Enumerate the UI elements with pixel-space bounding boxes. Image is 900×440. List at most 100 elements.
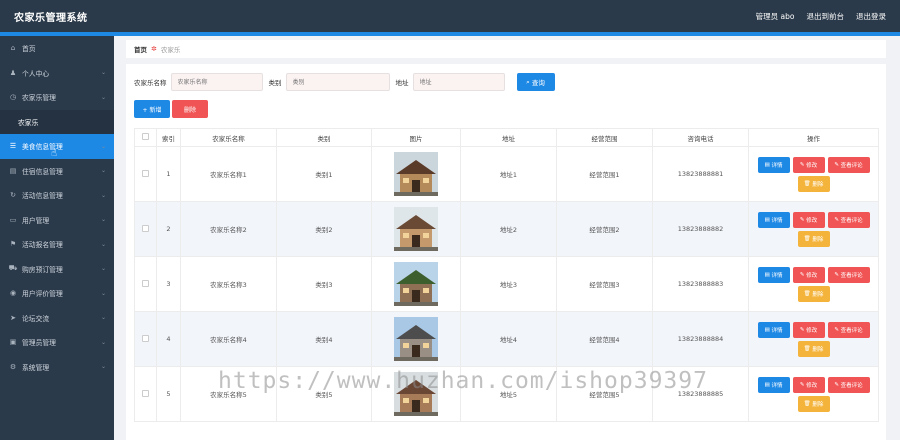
- cell-scope: 经营范围1: [556, 146, 653, 202]
- cell-type: 类别1: [276, 146, 372, 202]
- cell-phone: 13823888885: [652, 366, 749, 422]
- view-review-button[interactable]: ✎ 查看评论: [827, 156, 870, 173]
- detail-button[interactable]: ▤ 详情: [757, 376, 790, 393]
- view-review-button[interactable]: ✎ 查看评论: [827, 321, 870, 338]
- chevron-down-icon: ⌄: [100, 69, 106, 77]
- cell-phone: 13823888882: [652, 201, 749, 257]
- sidebar-item-3[interactable]: 农家乐: [0, 109, 114, 134]
- delete-button[interactable]: 🗑 删除: [797, 340, 830, 357]
- column-header-8: 操作: [748, 128, 879, 147]
- mouse-cursor-icon: ☝: [51, 148, 58, 159]
- edit-button[interactable]: ✎ 修改: [792, 156, 825, 173]
- row-checkbox[interactable]: [142, 169, 149, 177]
- sidebar-item-6[interactable]: ↻ 活动信息管理 ⌄: [0, 183, 114, 208]
- sidebar-item-7[interactable]: ▭ 用户管理 ⌄: [0, 208, 114, 233]
- row-checkbox-cell[interactable]: [134, 146, 157, 202]
- row-checkbox-cell[interactable]: [134, 201, 157, 257]
- refresh-icon: ↻: [10, 191, 16, 200]
- bed-icon: ▤: [9, 166, 17, 175]
- detail-button[interactable]: ▤ 详情: [757, 156, 790, 173]
- delete-label: 删除: [812, 181, 824, 188]
- select-all-checkbox[interactable]: [142, 133, 149, 140]
- cell-scope: 经营范围3: [556, 256, 653, 312]
- detail-label: 详情: [771, 382, 783, 389]
- edit-button[interactable]: ✎ 修改: [792, 211, 825, 228]
- user-icon: ♟: [9, 68, 17, 77]
- edit-button[interactable]: ✎ 修改: [792, 376, 825, 393]
- delete-button[interactable]: 🗑 删除: [797, 395, 830, 412]
- sidebar-item-label: 用户评价管理: [22, 290, 63, 299]
- cell-name: 农家乐名称4: [180, 311, 277, 367]
- add-button[interactable]: + 新增: [134, 100, 170, 118]
- cell-index: 5: [156, 366, 181, 422]
- row-checkbox[interactable]: [142, 224, 149, 232]
- row-checkbox[interactable]: [142, 279, 149, 287]
- type-input[interactable]: [285, 73, 390, 91]
- detail-label: 详情: [771, 162, 783, 169]
- content-panel: 农家乐名称 类别 地址 ⌕ 查询 + 新增 删除 索引农家乐名称类别图片地址经营…: [126, 64, 886, 440]
- breadcrumb-separator-icon: ✲: [151, 45, 157, 53]
- home-icon: ⌂: [10, 44, 16, 53]
- view-review-button[interactable]: ✎ 查看评论: [827, 266, 870, 283]
- row-checkbox-cell[interactable]: [134, 366, 157, 422]
- chevron-down-icon: ⌄: [100, 93, 106, 101]
- delete-label: 删除: [812, 291, 824, 298]
- row-checkbox[interactable]: [142, 334, 149, 342]
- detail-button[interactable]: ▤ 详情: [757, 321, 790, 338]
- sidebar-item-13[interactable]: ⚙ 系统管理 ⌄: [0, 355, 114, 380]
- name-input[interactable]: [170, 73, 263, 91]
- type-label: 类别: [268, 79, 282, 87]
- to-frontend-link[interactable]: 退出到前台: [807, 11, 845, 22]
- sidebar-item-label: 个人中心: [22, 69, 50, 78]
- sidebar-item-label: 系统管理: [22, 363, 50, 372]
- detail-button[interactable]: ▤ 详情: [757, 211, 790, 228]
- sidebar-item-2[interactable]: ◷ 农家乐管理 ⌄: [0, 85, 114, 110]
- sidebar-item-12[interactable]: ▣ 管理员管理 ⌄: [0, 330, 114, 355]
- detail-icon: ▤: [764, 326, 772, 333]
- edit-button[interactable]: ✎ 修改: [792, 321, 825, 338]
- batch-delete-button[interactable]: 删除: [172, 100, 208, 118]
- address-input[interactable]: [412, 73, 505, 91]
- table-row: 2 农家乐名称2 类别2 地址2 经营范围2 13823888882 ▤ 详情 ✎ 修改 ✎ 查…: [134, 201, 879, 257]
- row-checkbox-cell[interactable]: [134, 311, 157, 367]
- column-header-0[interactable]: [134, 128, 157, 147]
- logout-link[interactable]: 退出登录: [856, 11, 886, 22]
- chevron-down-icon: ⌄: [100, 191, 106, 199]
- row-checkbox[interactable]: [142, 389, 149, 397]
- clock-icon: ◷: [9, 93, 17, 102]
- review-label: 查看评论: [840, 327, 863, 334]
- detail-button[interactable]: ▤ 详情: [757, 266, 790, 283]
- sidebar-item-label: 论坛交流: [22, 314, 50, 323]
- chevron-down-icon: ⌄: [100, 142, 106, 150]
- sidebar-item-9[interactable]: ⛟ 购房预订管理 ⌄: [0, 257, 114, 282]
- view-review-button[interactable]: ✎ 查看评论: [827, 211, 870, 228]
- view-review-button[interactable]: ✎ 查看评论: [827, 376, 870, 393]
- row-checkbox-cell[interactable]: [134, 256, 157, 312]
- query-button[interactable]: ⌕ 查询: [516, 73, 555, 91]
- admin-label: 管理员 abo: [755, 11, 795, 21]
- query-button-label: 查询: [531, 79, 545, 87]
- edit-label: 修改: [806, 272, 818, 279]
- sidebar-item-1[interactable]: ♟ 个人中心 ⌄: [0, 61, 114, 86]
- review-label: 查看评论: [840, 272, 863, 279]
- delete-button[interactable]: 🗑 删除: [797, 230, 830, 247]
- sidebar-item-5[interactable]: ▤ 住宿信息管理 ⌄: [0, 159, 114, 184]
- trash-icon: 🗑: [803, 400, 813, 407]
- sidebar-item-8[interactable]: ⚑ 活动报名管理 ⌄: [0, 232, 114, 257]
- edit-button[interactable]: ✎ 修改: [792, 266, 825, 283]
- sidebar-item-label: 管理员管理: [22, 339, 56, 348]
- breadcrumb-home[interactable]: 首页: [134, 44, 147, 54]
- cart-icon: ⛟: [8, 264, 18, 273]
- sidebar-item-0[interactable]: ⌂ 首页: [0, 36, 114, 61]
- delete-label: 删除: [812, 346, 824, 353]
- header-actions: 管理员 abo 退出到前台 退出登录: [756, 11, 886, 22]
- sidebar-item-10[interactable]: ◉ 用户评价管理 ⌄: [0, 281, 114, 306]
- sidebar-item-label: 农家乐管理: [22, 94, 56, 103]
- delete-button[interactable]: 🗑 删除: [797, 175, 830, 192]
- column-header-5: 地址: [460, 128, 557, 147]
- delete-button[interactable]: 🗑 删除: [797, 285, 830, 302]
- scene-thumbnail-icon: [394, 317, 438, 361]
- table-row: 3 农家乐名称3 类别3 地址3 经营范围3 13823888883 ▤ 详情 ✎ 修改 ✎ 查…: [134, 256, 879, 312]
- sidebar-item-11[interactable]: ➤ 论坛交流 ⌄: [0, 306, 114, 331]
- detail-icon: ▤: [764, 271, 772, 278]
